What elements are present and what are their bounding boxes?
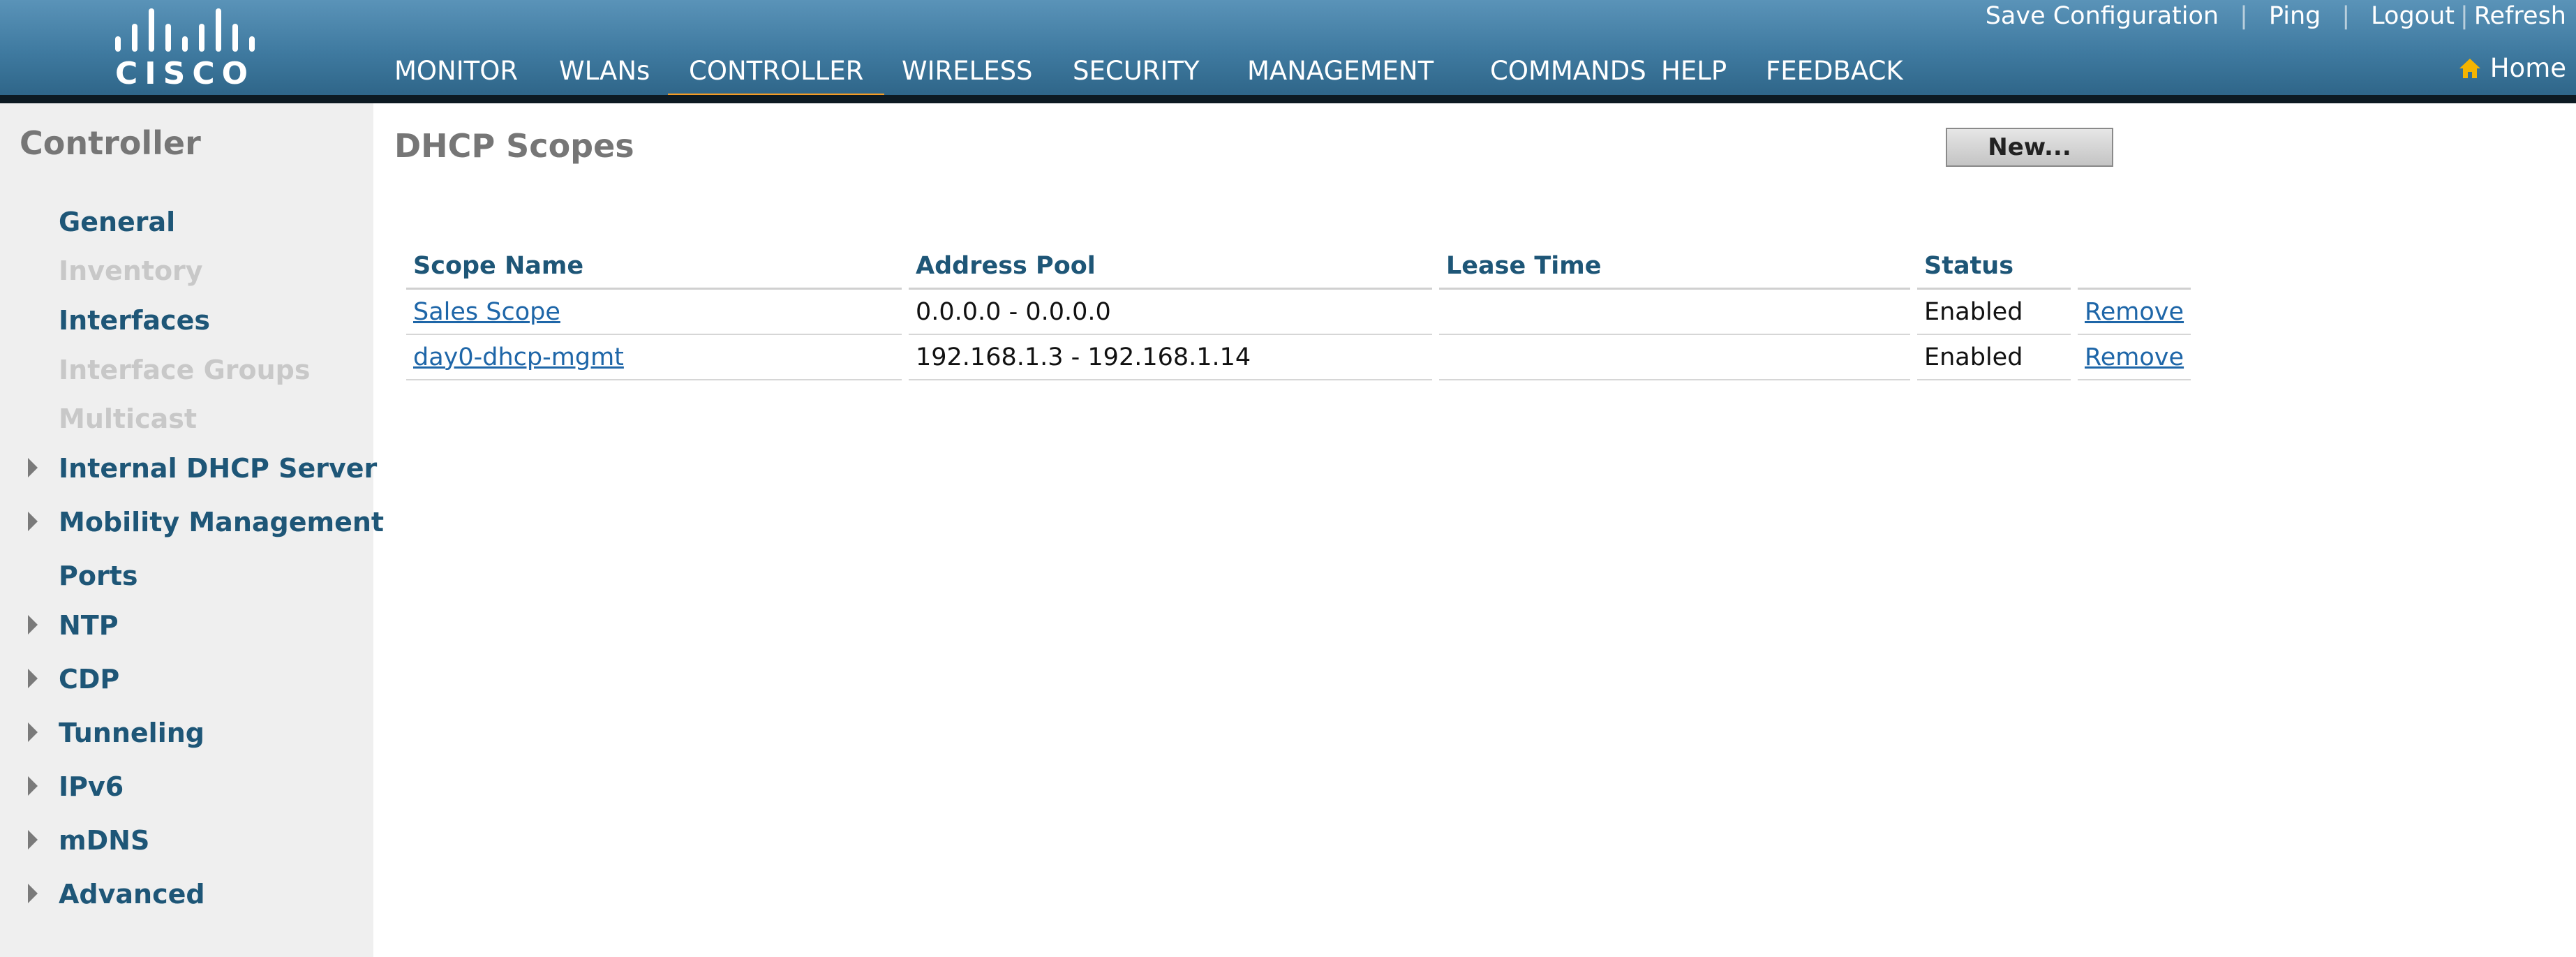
logout-link[interactable]: Logout bbox=[2371, 2, 2455, 30]
address-pool-cell: 192.168.1.3 - 192.168.1.14 bbox=[909, 335, 1432, 380]
nav-help[interactable]: HELP bbox=[1640, 0, 1748, 103]
nav-management-label: MANAGEMENT bbox=[1247, 56, 1434, 86]
ping-link[interactable]: Ping bbox=[2269, 2, 2321, 30]
top-navigation-bar: CISCO MONITOR WLANs CONTROLLER WIRELESS … bbox=[0, 0, 2576, 103]
table-row: day0-dhcp-mgmt 192.168.1.3 - 192.168.1.1… bbox=[406, 335, 2191, 380]
column-header-lease-time: Lease Time bbox=[1439, 244, 1910, 290]
expand-arrow-icon[interactable] bbox=[28, 722, 38, 742]
table-row: Sales Scope 0.0.0.0 - 0.0.0.0 Enabled Re… bbox=[406, 290, 2191, 335]
utility-links: Save Configuration | Ping | Logout | Ref… bbox=[1986, 0, 2566, 32]
dhcp-scopes-table: Scope Name Address Pool Lease Time Statu… bbox=[399, 244, 2198, 380]
sidebar-item-ntp[interactable]: NTP bbox=[59, 610, 119, 641]
sidebar-item-ipv6[interactable]: IPv6 bbox=[59, 771, 124, 802]
new-scope-button[interactable]: New... bbox=[1946, 128, 2113, 167]
page-title: DHCP Scopes bbox=[394, 127, 634, 165]
action-cell: Remove bbox=[2078, 290, 2191, 335]
column-header-status: Status bbox=[1917, 244, 2071, 290]
action-cell: Remove bbox=[2078, 335, 2191, 380]
nav-help-label: HELP bbox=[1661, 56, 1727, 86]
sidebar-item-ports[interactable]: Ports bbox=[59, 561, 137, 591]
column-header-scope-name: Scope Name bbox=[406, 244, 902, 290]
nav-monitor-label: MONITOR bbox=[394, 56, 519, 86]
separator: | bbox=[2460, 2, 2469, 30]
nav-wlans-label: WLANs bbox=[559, 56, 650, 86]
column-header-action bbox=[2078, 244, 2191, 290]
refresh-link[interactable]: Refresh bbox=[2474, 2, 2566, 30]
nav-security[interactable]: SECURITY bbox=[1052, 0, 1221, 103]
status-cell: Enabled bbox=[1917, 290, 2071, 335]
expand-arrow-icon[interactable] bbox=[28, 830, 38, 850]
home-icon bbox=[2459, 58, 2480, 78]
nav-wireless-label: WIRELESS bbox=[902, 56, 1033, 86]
scope-name-cell: Sales Scope bbox=[406, 290, 902, 335]
expand-arrow-icon[interactable] bbox=[28, 776, 38, 796]
sidebar-item-advanced[interactable]: Advanced bbox=[59, 879, 205, 910]
nav-wlans[interactable]: WLANs bbox=[538, 0, 671, 103]
logo-wordmark: CISCO bbox=[114, 56, 255, 91]
scope-name-link[interactable]: day0-dhcp-mgmt bbox=[413, 343, 624, 371]
expand-arrow-icon[interactable] bbox=[28, 669, 38, 688]
sidebar: Controller General Inventory Interfaces … bbox=[0, 103, 384, 957]
table-header-row: Scope Name Address Pool Lease Time Statu… bbox=[406, 244, 2191, 290]
sidebar-item-mobility-management[interactable]: Mobility Management bbox=[59, 507, 384, 537]
expand-arrow-icon[interactable] bbox=[28, 884, 38, 903]
nav-wireless[interactable]: WIRELESS bbox=[881, 0, 1054, 103]
lease-time-cell bbox=[1439, 335, 1910, 380]
separator: | bbox=[2240, 2, 2248, 30]
expand-arrow-icon[interactable] bbox=[28, 615, 38, 635]
save-configuration-link[interactable]: Save Configuration bbox=[1986, 2, 2219, 30]
sidebar-item-internal-dhcp-server[interactable]: Internal DHCP Server bbox=[59, 453, 377, 484]
home-link[interactable]: Home bbox=[2458, 53, 2566, 83]
nav-commands[interactable]: COMMANDS bbox=[1469, 0, 1667, 103]
nav-security-label: SECURITY bbox=[1073, 56, 1200, 86]
sidebar-item-interfaces[interactable]: Interfaces bbox=[59, 305, 210, 336]
nav-commands-label: COMMANDS bbox=[1490, 56, 1646, 86]
sidebar-item-multicast: Multicast bbox=[59, 403, 198, 434]
scope-name-cell: day0-dhcp-mgmt bbox=[406, 335, 902, 380]
remove-link[interactable]: Remove bbox=[2085, 343, 2184, 371]
home-label: Home bbox=[2489, 53, 2566, 83]
expand-arrow-icon[interactable] bbox=[28, 512, 38, 531]
nav-management[interactable]: MANAGEMENT bbox=[1226, 0, 1454, 103]
remove-link[interactable]: Remove bbox=[2085, 298, 2184, 326]
cisco-logo-bars-icon bbox=[115, 6, 255, 52]
sidebar-item-cdp[interactable]: CDP bbox=[59, 664, 119, 695]
expand-arrow-icon[interactable] bbox=[28, 458, 38, 477]
separator: | bbox=[2342, 2, 2351, 30]
nav-controller[interactable]: CONTROLLER bbox=[668, 0, 885, 103]
column-header-address-pool: Address Pool bbox=[909, 244, 1432, 290]
sidebar-item-mdns[interactable]: mDNS bbox=[59, 825, 149, 856]
cisco-logo: CISCO bbox=[112, 6, 258, 91]
sidebar-item-inventory: Inventory bbox=[59, 255, 203, 286]
sidebar-item-interface-groups: Interface Groups bbox=[59, 355, 311, 385]
sidebar-item-general[interactable]: General bbox=[59, 207, 175, 237]
address-pool-cell: 0.0.0.0 - 0.0.0.0 bbox=[909, 290, 1432, 335]
nav-feedback[interactable]: FEEDBACK bbox=[1745, 0, 1924, 103]
lease-time-cell bbox=[1439, 290, 1910, 335]
nav-feedback-label: FEEDBACK bbox=[1766, 56, 1903, 86]
nav-controller-label: CONTROLLER bbox=[689, 56, 864, 86]
header-divider bbox=[0, 95, 2576, 103]
scope-name-link[interactable]: Sales Scope bbox=[413, 298, 560, 326]
sidebar-title: Controller bbox=[20, 124, 201, 162]
nav-monitor[interactable]: MONITOR bbox=[373, 0, 539, 103]
sidebar-item-tunneling[interactable]: Tunneling bbox=[59, 718, 204, 748]
status-cell: Enabled bbox=[1917, 335, 2071, 380]
